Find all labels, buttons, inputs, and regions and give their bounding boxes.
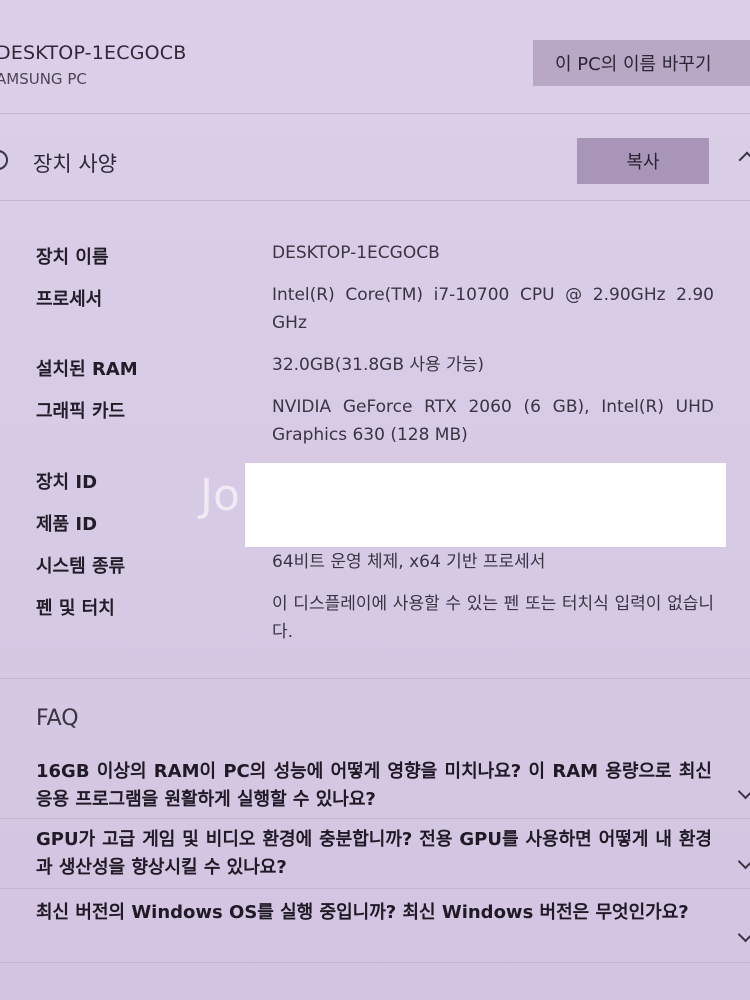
rename-pc-button[interactable]: 이 PC의 이름 바꾸기 bbox=[533, 40, 750, 86]
device-header: DESKTOP-1ECGOCB AMSUNG PC 이 PC의 이름 바꾸기 bbox=[0, 0, 750, 110]
copy-button[interactable]: 복사 bbox=[577, 138, 709, 184]
spec-value: Intel(R) Core(TM) i7-10700 CPU @ 2.90GHz… bbox=[272, 285, 714, 333]
divider bbox=[0, 113, 750, 114]
faq-question[interactable]: GPU가 고급 게임 및 비디오 환경에 충분합니까? 전용 GPU를 사용하면… bbox=[36, 826, 712, 882]
faq-question[interactable]: 최신 버전의 Windows OS를 실행 중입니까? 최신 Windows 버… bbox=[36, 899, 712, 927]
divider bbox=[0, 678, 750, 679]
spec-label: 프로세서 bbox=[36, 289, 103, 310]
chevron-down-icon[interactable] bbox=[738, 929, 750, 943]
divider bbox=[0, 888, 750, 889]
spec-value: 32.0GB(31.8GB 사용 가능) bbox=[272, 355, 485, 375]
spec-label: 제품 ID bbox=[36, 514, 98, 535]
spec-label: 펜 및 터치 bbox=[36, 598, 115, 619]
spec-label: 장치 이름 bbox=[36, 247, 109, 268]
chevron-down-icon[interactable] bbox=[738, 856, 750, 870]
redaction-box bbox=[245, 463, 726, 547]
device-specs-title[interactable]: 장치 사양 bbox=[33, 148, 117, 178]
info-circle-icon bbox=[0, 150, 8, 170]
spec-value: NVIDIA GeForce RTX 2060 (6 GB), Intel(R)… bbox=[272, 397, 714, 445]
spec-value: 64비트 운영 체제, x64 기반 프로세서 bbox=[272, 552, 546, 572]
spec-label: 그래픽 카드 bbox=[36, 401, 126, 422]
spec-label: 시스템 종류 bbox=[36, 556, 126, 577]
divider bbox=[0, 200, 750, 201]
spec-value: 이 디스플레이에 사용할 수 있는 펜 또는 터치식 입력이 없습니다. bbox=[272, 594, 714, 642]
faq-question[interactable]: 16GB 이상의 RAM이 PC의 성능에 어떻게 영향을 미치나요? 이 RA… bbox=[36, 758, 712, 814]
spec-label: 설치된 RAM bbox=[36, 359, 138, 380]
divider bbox=[0, 818, 750, 819]
device-name: DESKTOP-1ECGOCB bbox=[0, 42, 187, 64]
settings-about-page: DESKTOP-1ECGOCB AMSUNG PC 이 PC의 이름 바꾸기 장… bbox=[0, 0, 750, 1000]
watermark: Jo bbox=[200, 470, 240, 521]
spec-label: 장치 ID bbox=[36, 472, 98, 493]
spec-value: DESKTOP-1ECGOCB bbox=[272, 243, 440, 263]
device-model: AMSUNG PC bbox=[0, 70, 87, 88]
chevron-up-icon[interactable] bbox=[738, 150, 750, 162]
faq-title: FAQ bbox=[36, 706, 79, 731]
divider bbox=[0, 962, 750, 963]
chevron-down-icon[interactable] bbox=[738, 786, 750, 800]
